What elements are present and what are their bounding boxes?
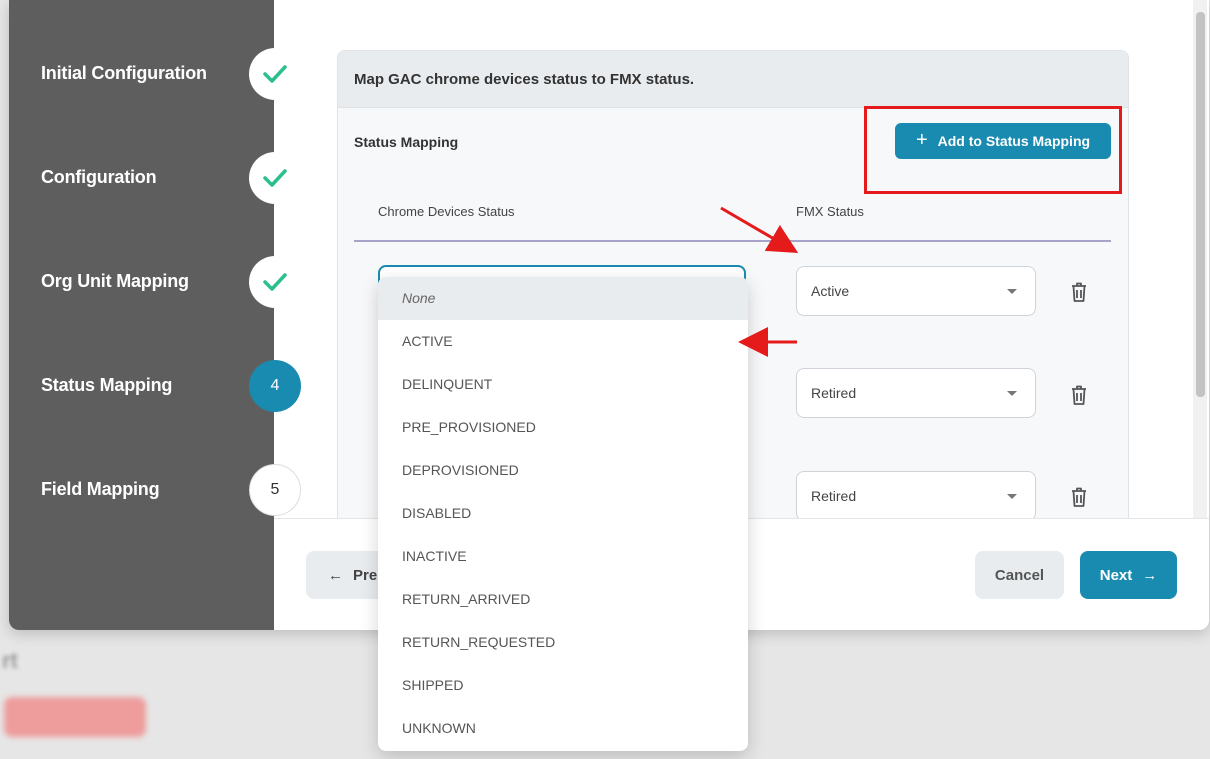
- dropdown-option[interactable]: DEPROVISIONED: [378, 449, 748, 492]
- next-button-label: Next: [1099, 566, 1133, 584]
- step-configuration[interactable]: Configuration: [9, 152, 309, 204]
- select-value: Active: [811, 283, 850, 299]
- caret-down-icon: [1007, 289, 1017, 294]
- fmx-status-select[interactable]: Active: [796, 266, 1036, 316]
- background-blurred-button: [4, 697, 146, 737]
- scrollbar-thumb[interactable]: [1196, 12, 1205, 397]
- step-label: Field Mapping: [41, 479, 160, 499]
- cancel-button[interactable]: Cancel: [975, 551, 1064, 599]
- next-button[interactable]: Next →: [1080, 551, 1177, 599]
- dropdown-option[interactable]: DISABLED: [378, 492, 748, 535]
- step-number: 5: [270, 481, 280, 498]
- previous-button-label: Pre: [353, 566, 378, 584]
- step-label: Configuration: [41, 167, 157, 187]
- step-field-mapping[interactable]: Field Mapping 5: [9, 464, 309, 516]
- step-complete-check-icon: [249, 256, 301, 308]
- caret-down-icon: [1007, 494, 1017, 499]
- step-complete-check-icon: [249, 48, 301, 100]
- dropdown-option[interactable]: ACTIVE: [378, 320, 748, 363]
- chrome-status-dropdown-menu: None ACTIVE DELINQUENT PRE_PROVISIONED D…: [378, 277, 748, 751]
- step-label: Initial Configuration: [41, 63, 207, 83]
- dropdown-option[interactable]: RETURN_REQUESTED: [378, 621, 748, 664]
- arrow-right-icon: →: [1142, 566, 1158, 584]
- select-value: Retired: [811, 488, 857, 504]
- step-org-unit-mapping[interactable]: Org Unit Mapping: [9, 256, 309, 308]
- arrow-left-icon: ←: [328, 566, 343, 584]
- fmx-status-select[interactable]: Retired: [796, 471, 1036, 518]
- dropdown-option[interactable]: SHIPPED: [378, 664, 748, 707]
- dropdown-option[interactable]: DELINQUENT: [378, 363, 748, 406]
- card-title: Map GAC chrome devices status to FMX sta…: [354, 71, 695, 88]
- delete-row-trash-icon[interactable]: [1069, 281, 1089, 303]
- step-number: 4: [270, 377, 280, 394]
- step-complete-check-icon: [249, 152, 301, 204]
- dropdown-option[interactable]: None: [378, 277, 748, 320]
- fmx-status-select[interactable]: Retired: [796, 368, 1036, 418]
- dropdown-option[interactable]: INACTIVE: [378, 535, 748, 578]
- dropdown-option[interactable]: PRE_PROVISIONED: [378, 406, 748, 449]
- wizard-stepper: Initial Configuration Configuration Org …: [9, 0, 301, 630]
- column-header-fmx-status: FMX Status: [796, 204, 864, 219]
- delete-row-trash-icon[interactable]: [1069, 384, 1089, 406]
- step-label: Org Unit Mapping: [41, 271, 189, 291]
- step-label: Status Mapping: [41, 375, 173, 395]
- caret-down-icon: [1007, 391, 1017, 396]
- step-status-mapping[interactable]: Status Mapping 4: [9, 360, 309, 412]
- section-title: Status Mapping: [354, 134, 459, 150]
- annotation-highlight-box: [864, 106, 1122, 194]
- column-divider: [354, 240, 1111, 242]
- delete-row-trash-icon[interactable]: [1069, 486, 1089, 508]
- dropdown-option[interactable]: RETURN_ARRIVED: [378, 578, 748, 621]
- column-header-chrome-status: Chrome Devices Status: [378, 204, 515, 219]
- step-number-badge: 5: [249, 464, 301, 516]
- dropdown-option[interactable]: UNKNOWN: [378, 707, 748, 750]
- step-number-badge: 4: [249, 360, 301, 412]
- background-blurred-text: rt: [2, 648, 18, 673]
- vertical-scrollbar[interactable]: [1193, 0, 1207, 518]
- step-initial-configuration[interactable]: Initial Configuration: [9, 48, 309, 100]
- select-value: Retired: [811, 385, 857, 401]
